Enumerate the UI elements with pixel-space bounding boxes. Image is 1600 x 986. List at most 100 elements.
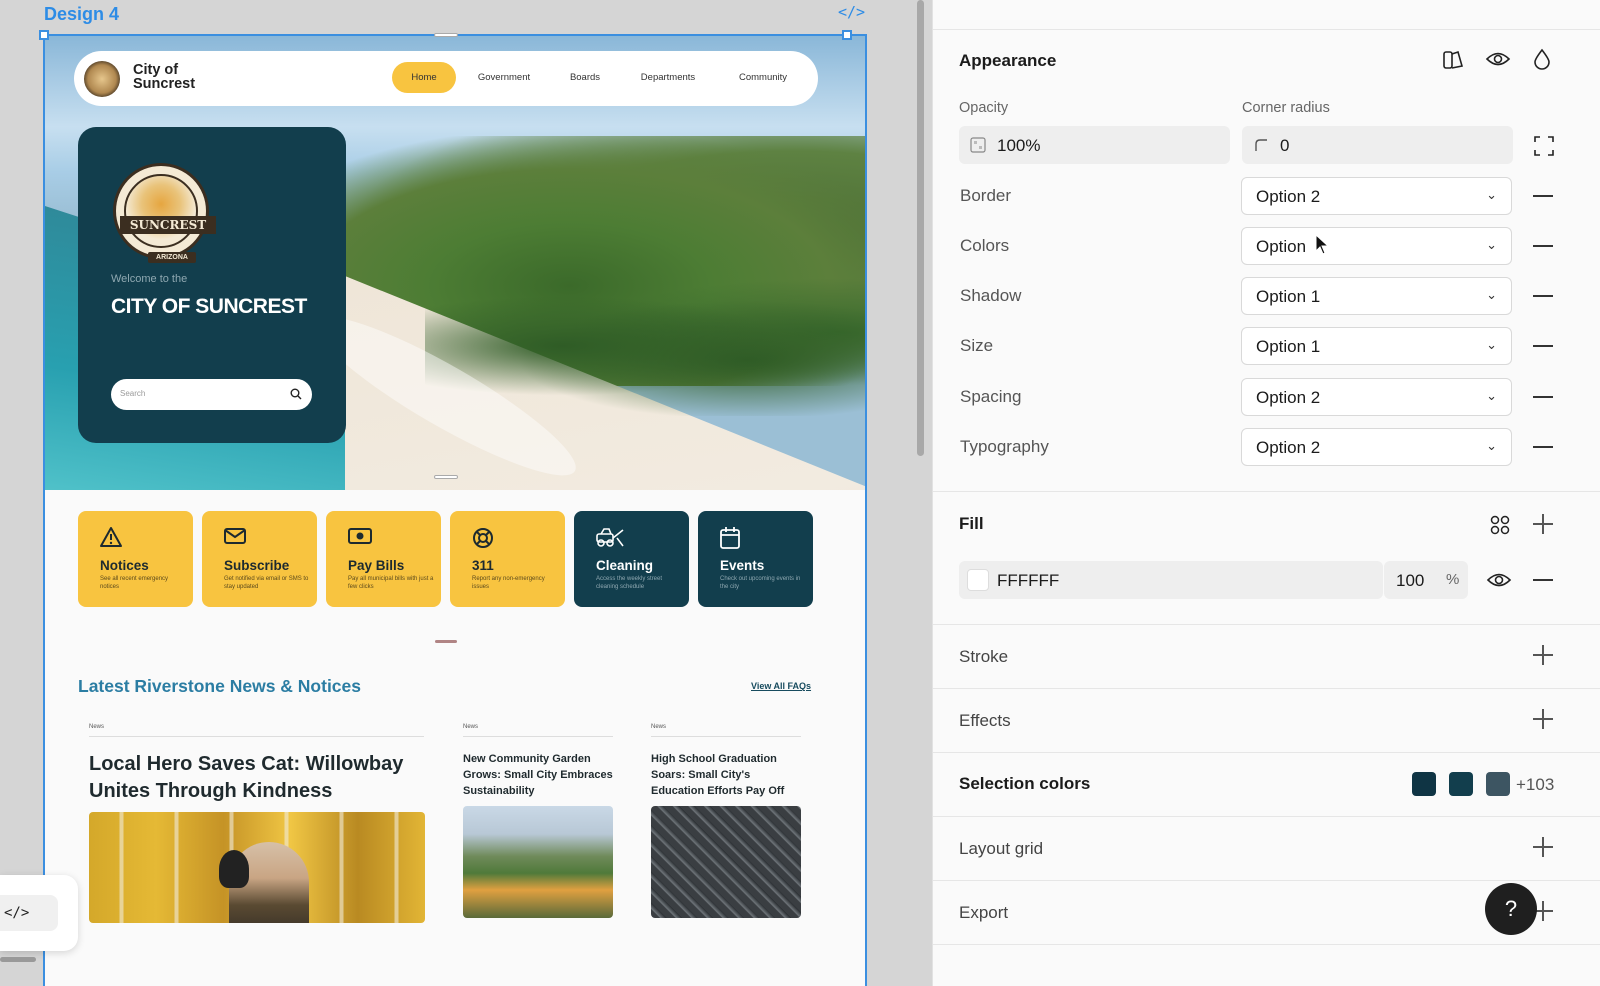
nav-boards[interactable]: Boards [552, 62, 618, 93]
shadow-value: Option 1 [1256, 287, 1321, 306]
remove-colors-button[interactable] [1533, 245, 1553, 247]
selection-color-swatch[interactable] [1449, 772, 1473, 796]
effects-section: Effects [933, 689, 1600, 753]
news-heading: Latest Riverstone News & Notices [78, 676, 362, 696]
typography-value: Option 2 [1256, 438, 1321, 457]
remove-typography-button[interactable] [1533, 446, 1553, 448]
news-tag: News [89, 724, 424, 737]
nav-government[interactable]: Government [456, 62, 552, 93]
size-select[interactable]: Option 1 ⌄ [1241, 327, 1512, 365]
size-label: Size [960, 336, 994, 355]
chevron-down-icon: ⌄ [1486, 438, 1497, 453]
resize-handle-top[interactable] [434, 33, 458, 37]
resize-handle-tr[interactable] [842, 30, 852, 40]
remove-spacing-button[interactable] [1533, 396, 1553, 398]
spacing-select[interactable]: Option 2 ⌄ [1241, 378, 1512, 416]
fill-opacity-input[interactable]: 100 % [1384, 561, 1468, 599]
fill-visibility-eye-icon[interactable] [1486, 571, 1512, 589]
site-logo-text[interactable]: City of Suncrest [133, 63, 223, 92]
expand-corners-icon[interactable] [1533, 135, 1555, 157]
design-frame[interactable]: City of Suncrest Home Government Boards … [43, 34, 867, 986]
selection-color-swatch[interactable] [1486, 772, 1510, 796]
image-cat [219, 850, 249, 888]
news-image-graduation[interactable] [651, 806, 801, 918]
opacity-value: 100% [997, 136, 1041, 155]
appearance-section: Appearance Opacity Corner radius 100% 0 … [933, 30, 1600, 492]
canvas-hscrollbar[interactable] [0, 957, 36, 962]
envelope-icon [224, 528, 246, 544]
nav-links: Home Government Boards Departments Commu… [392, 62, 808, 93]
remove-shadow-button[interactable] [1533, 295, 1553, 297]
section-handle[interactable] [434, 475, 458, 479]
canvas-scrollbar[interactable] [917, 0, 924, 456]
news-item[interactable]: News High School Graduation Soars: Small… [651, 724, 801, 799]
tile-311[interactable]: 311 Report any non-emergency issues [450, 511, 565, 607]
selection-colors-more[interactable]: +103 [1516, 775, 1554, 795]
chevron-down-icon: ⌄ [1486, 287, 1497, 302]
help-button[interactable]: ? [1485, 883, 1537, 935]
drop-icon[interactable] [1533, 48, 1551, 70]
search-icon[interactable] [290, 388, 302, 400]
remove-fill-button[interactable] [1533, 579, 1553, 581]
style-grid-icon[interactable] [1489, 514, 1511, 536]
selection-color-swatch[interactable] [1412, 772, 1436, 796]
tile-cleaning[interactable]: Cleaning Access the weekly street cleani… [574, 511, 689, 607]
tile-subscribe[interactable]: Subscribe Get notified via email or SMS … [202, 511, 317, 607]
opacity-input[interactable]: 100% [959, 126, 1230, 164]
news-title[interactable]: High School Graduation Soars: Small City… [651, 751, 801, 799]
eye-icon[interactable] [1485, 50, 1511, 68]
typography-select[interactable]: Option 2 ⌄ [1241, 428, 1512, 466]
tile-desc: Access the weekly street cleaning schedu… [596, 576, 663, 590]
colors-select[interactable]: Option ⌄ [1241, 227, 1512, 265]
style-variants-icon[interactable] [1441, 49, 1465, 71]
layout-grid-section: Layout grid [933, 817, 1600, 881]
news-image-hero-cat[interactable] [89, 812, 425, 923]
fill-title: Fill [959, 514, 984, 533]
news-title[interactable]: Local Hero Saves Cat: Willowbay Unites T… [89, 751, 424, 805]
border-select[interactable]: Option 2 ⌄ [1241, 177, 1512, 215]
news-tag: News [651, 724, 801, 737]
design-canvas[interactable]: Design 4 </> City of Suncrest Home Gover… [0, 0, 950, 986]
remove-border-button[interactable] [1533, 195, 1553, 197]
site-navbar: City of Suncrest Home Government Boards … [74, 51, 818, 106]
nav-departments[interactable]: Departments [618, 62, 718, 93]
code-toggle-button[interactable]: </> [0, 895, 58, 931]
add-stroke-button[interactable] [1533, 645, 1553, 665]
appearance-title: Appearance [959, 51, 1057, 70]
tile-desc: Report any non-emergency issues [472, 576, 545, 590]
fill-opacity-value: 100 [1396, 571, 1425, 590]
news-title[interactable]: New Community Garden Grows: Small City E… [463, 751, 613, 799]
add-effect-button[interactable] [1533, 709, 1553, 729]
site-search-input[interactable]: Search [111, 379, 312, 410]
frame-title[interactable]: Design 4 [44, 4, 119, 25]
nav-home[interactable]: Home [392, 62, 456, 93]
fill-hex-value: FFFFFF [997, 571, 1060, 590]
remove-size-button[interactable] [1533, 345, 1553, 347]
shadow-select[interactable]: Option 1 ⌄ [1241, 277, 1512, 315]
fill-hex-input[interactable]: FFFFFF [959, 561, 1383, 599]
tile-desc: Check out upcoming events in the city [720, 576, 801, 590]
section-divider [435, 640, 457, 643]
tile-events[interactable]: Events Check out upcoming events in the … [698, 511, 813, 607]
corner-radius-icon [1255, 139, 1267, 151]
seal-bottom-text: ARIZONA [148, 252, 196, 263]
tile-pay-bills[interactable]: Pay Bills Pay all municipal bills with j… [326, 511, 441, 607]
corner-radius-input[interactable]: 0 [1242, 126, 1513, 164]
add-fill-button[interactable] [1533, 514, 1553, 534]
opacity-label: Opacity [959, 100, 1009, 116]
news-image-garden[interactable] [463, 806, 613, 918]
nav-community[interactable]: Community [718, 62, 808, 93]
city-seal-icon: SUNCREST ARIZONA [113, 163, 216, 263]
code-view-icon[interactable]: </> [838, 3, 865, 21]
colors-value: Option [1256, 237, 1307, 256]
view-all-faqs-link[interactable]: View All FAQs [751, 681, 811, 691]
news-item-featured[interactable]: News Local Hero Saves Cat: Willowbay Uni… [89, 724, 424, 805]
add-layout-grid-button[interactable] [1533, 837, 1553, 857]
city-logo-icon[interactable] [84, 61, 120, 97]
news-item[interactable]: News New Community Garden Grows: Small C… [463, 724, 613, 799]
corner-radius-label: Corner radius [1242, 100, 1330, 116]
tile-notices[interactable]: Notices See all recent emergency notices [78, 511, 193, 607]
fill-color-swatch[interactable] [967, 569, 989, 591]
shadow-label: Shadow [960, 286, 1022, 305]
resize-handle-tl[interactable] [39, 30, 49, 40]
